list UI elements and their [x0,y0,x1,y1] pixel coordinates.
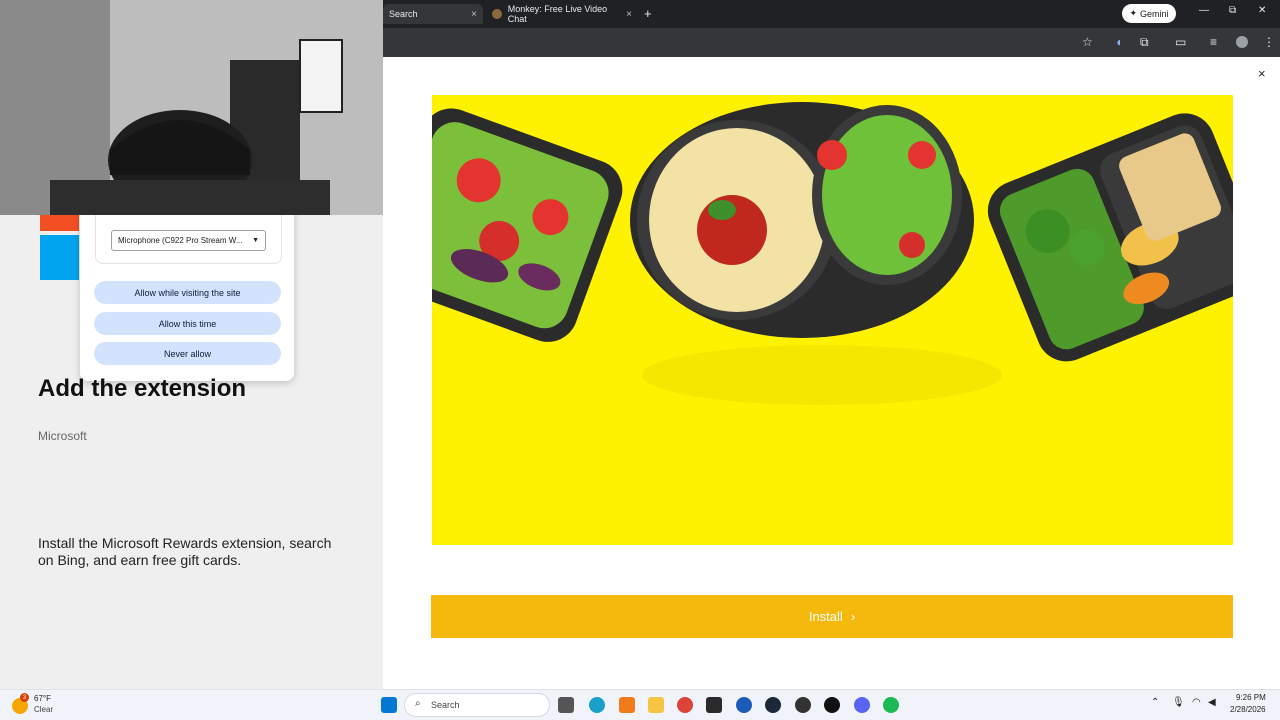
microphone-select-value: Microphone (C922 Pro Stream W... [118,236,243,245]
bookmark-star-icon[interactable]: ☆ [1082,35,1093,49]
microphone-select[interactable]: Microphone (C922 Pro Stream W... ▼ [111,230,266,251]
weather-temp[interactable]: 67°F [34,694,51,703]
microsoft-logo-red-tile [40,213,79,231]
webcam-overlay [0,0,383,215]
windows-taskbar: 3 67°F Clear ⌕ Search ⌃ 🎙 ◠ ◀ 9:26 PM 2/… [0,689,1280,720]
allow-this-time-button[interactable]: Allow this time [94,312,281,335]
tab-close-icon[interactable]: × [471,9,477,20]
allow-while-visiting-button[interactable]: Allow while visiting the site [94,281,281,304]
minimize-button[interactable]: — [1199,5,1209,16]
webcam-feed-image [0,0,383,215]
hero-food-image [432,95,1233,545]
start-icon[interactable] [381,697,397,713]
file-explorer-icon[interactable] [648,697,664,713]
dropdown-arrow-icon: ▼ [252,237,259,244]
cast-icon[interactable]: ▭ [1175,35,1186,49]
profile-avatar-icon[interactable] [1236,36,1248,48]
permission-popup: Microphone (C922 Pro Stream W... ▼ Allow… [80,204,294,381]
gemini-button[interactable]: ✦ Gemini [1122,4,1176,23]
epic-games-icon[interactable] [706,697,722,713]
task-view-icon[interactable] [558,697,574,713]
gemini-sparkle-icon: ✦ [1129,8,1138,18]
clock-time[interactable]: 9:26 PM [1236,693,1266,702]
weather-condition[interactable]: Clear [34,705,53,714]
app-icon[interactable] [736,697,752,713]
monkey-favicon-icon [492,9,502,19]
clock-date[interactable]: 2/28/2026 [1230,705,1266,714]
window-close-button[interactable]: ✕ [1258,5,1266,16]
restore-button[interactable]: ⧉ [1229,5,1236,16]
extension-publisher: Microsoft [38,429,87,443]
never-allow-button[interactable]: Never allow [94,342,281,365]
gemini-label: Gemini [1140,8,1169,19]
audio-icon[interactable]: ◖ [1115,35,1122,49]
tab-title: Monkey: Free Live Video Chat [507,4,608,24]
wifi-icon[interactable]: ◠ [1192,697,1201,708]
tab-title: Search [389,9,418,19]
steam-icon[interactable] [765,697,781,713]
extension-description: Install the Microsoft Rewards extension,… [38,535,332,568]
install-button[interactable]: Install › [431,595,1233,638]
modal-close-icon[interactable]: × [1258,66,1266,81]
extensions-icon[interactable]: ⧉ [1140,35,1149,50]
app-icon[interactable] [619,697,635,713]
new-tab-button[interactable]: + [644,6,652,21]
edge-icon[interactable] [589,697,605,713]
weather-badge: 3 [20,693,29,702]
search-icon: ⌕ [415,698,421,709]
volume-icon[interactable]: ◀ [1208,697,1216,708]
more-menu-icon[interactable]: ⋮ [1263,35,1275,49]
food-illustration [432,102,1233,405]
app-icon[interactable] [795,697,811,713]
tab-monkey[interactable]: Monkey: Free Live Video Chat × [486,4,638,24]
tab-close-icon[interactable]: × [626,9,632,20]
tab-search[interactable]: Search × [383,4,483,24]
tiktok-icon[interactable] [824,697,840,713]
taskbar-search[interactable]: ⌕ Search [404,693,550,717]
chevron-right-icon: › [850,609,856,624]
spotify-icon[interactable] [883,697,899,713]
extension-title: Add the extension [38,375,247,402]
microsoft-logo-blue-tile [40,235,79,280]
chrome-icon[interactable] [677,697,693,713]
taskbar-search-placeholder: Search [431,700,460,710]
tray-chevron-icon[interactable]: ⌃ [1151,697,1159,708]
reading-list-icon[interactable]: ≡ [1210,35,1217,49]
microphone-icon[interactable]: 🎙 [1172,697,1185,708]
install-label: Install [808,609,843,624]
discord-icon[interactable] [854,697,870,713]
